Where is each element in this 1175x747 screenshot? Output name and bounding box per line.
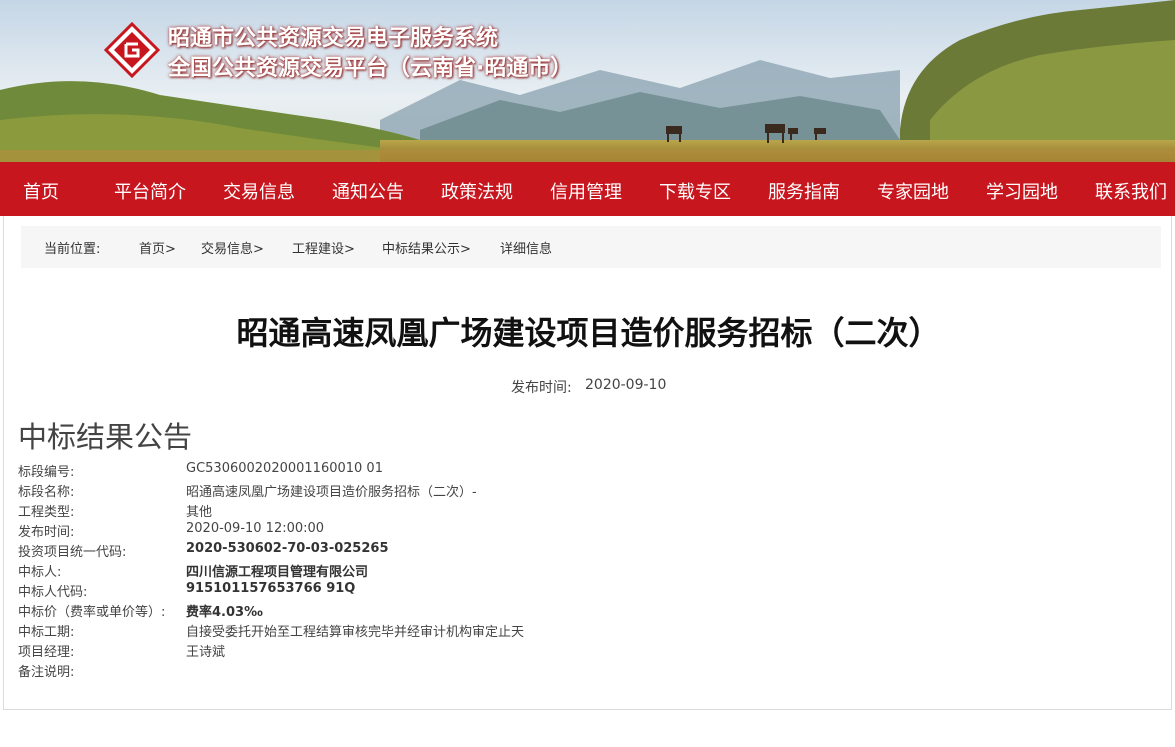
breadcrumb-engineering[interactable]: 工程建设> (292, 238, 355, 257)
field-label-duration: 中标工期: (18, 625, 75, 640)
nav-item-guide[interactable]: 服务指南 (768, 178, 840, 204)
field-label-publish-time: 发布时间: (18, 525, 75, 540)
nav-item-home[interactable]: 首页 (23, 178, 59, 204)
field-label-winning-price: 中标价（费率或单价等）: (18, 605, 166, 620)
publish-time-value: 2020-09-10 (585, 377, 667, 393)
field-value-project-code: 2020-530602-70-03-025265 (186, 541, 389, 556)
nav-item-credit[interactable]: 信用管理 (550, 178, 622, 204)
ztggzy-logo-icon[interactable] (104, 22, 160, 78)
field-label-project-code: 投资项目统一代码: (18, 545, 127, 560)
nav-item-notices[interactable]: 通知公告 (332, 178, 404, 204)
field-value-section-name: 昭通高速凤凰广场建设项目造价服务招标（二次）- (186, 485, 477, 500)
breadcrumb-detail: 详细信息 (500, 242, 553, 257)
section-heading: 中标结果公告 (18, 420, 193, 454)
field-label-section-name: 标段名称: (18, 485, 75, 500)
breadcrumb: 当前位置: 首页> 交易信息> 工程建设> 中标结果公示> 详细信息 (21, 226, 1161, 268)
field-label-project-type: 工程类型: (18, 505, 75, 520)
field-value-section-no: GC5306002020001160010 01 (186, 461, 383, 476)
nav-item-experts[interactable]: 专家园地 (877, 178, 949, 204)
breadcrumb-trade-info[interactable]: 交易信息> (201, 238, 264, 257)
field-value-publish-time: 2020-09-10 12:00:00 (186, 521, 325, 536)
nav-item-policies[interactable]: 政策法规 (441, 178, 513, 204)
nav-item-contact[interactable]: 联系我们 (1095, 178, 1167, 204)
nav-item-downloads[interactable]: 下载专区 (659, 178, 731, 204)
field-value-duration: 自接受委托开始至工程结算审核完毕并经审计机构审定止天 (186, 625, 525, 640)
field-value-winner: 四川信源工程项目管理有限公司 (186, 565, 369, 580)
field-label-section-no: 标段编号: (18, 465, 75, 480)
field-label-winner: 中标人: (18, 565, 62, 580)
header-banner: 昭通市公共资源交易电子服务系统 全国公共资源交易平台（云南省·昭通市） (0, 0, 1175, 162)
field-label-project-manager: 项目经理: (18, 645, 75, 660)
publish-time-label: 发布时间: (511, 380, 572, 396)
site-title-line2: 全国公共资源交易平台（云南省·昭通市） (168, 56, 573, 81)
nav-item-learning[interactable]: 学习园地 (986, 178, 1058, 204)
site-title-line1: 昭通市公共资源交易电子服务系统 (168, 26, 499, 51)
field-value-winner-code: 915101157653766 91Q (186, 581, 356, 596)
page-title: 昭通高速凤凰广场建设项目造价服务招标（二次） (236, 314, 941, 352)
nav-item-trade-info[interactable]: 交易信息 (223, 178, 295, 204)
field-value-winning-price: 费率4.03‰ (186, 605, 263, 620)
breadcrumb-label: 当前位置: (44, 242, 101, 257)
field-value-project-manager: 王诗斌 (186, 645, 226, 660)
content-frame: 当前位置: 首页> 交易信息> 工程建设> 中标结果公示> 详细信息 昭通高速凤… (3, 216, 1172, 710)
main-nav: 首页 平台简介 交易信息 通知公告 政策法规 信用管理 下载专区 服务指南 专家… (0, 162, 1175, 216)
field-label-remarks: 备注说明: (18, 665, 75, 680)
breadcrumb-home[interactable]: 首页> (139, 238, 176, 257)
nav-item-about[interactable]: 平台简介 (114, 178, 186, 204)
field-label-winner-code: 中标人代码: (18, 585, 88, 600)
field-value-project-type: 其他 (186, 505, 213, 520)
site-title: 昭通市公共资源交易电子服务系统 全国公共资源交易平台（云南省·昭通市） (168, 24, 572, 84)
breadcrumb-award-results[interactable]: 中标结果公示> (382, 238, 471, 257)
